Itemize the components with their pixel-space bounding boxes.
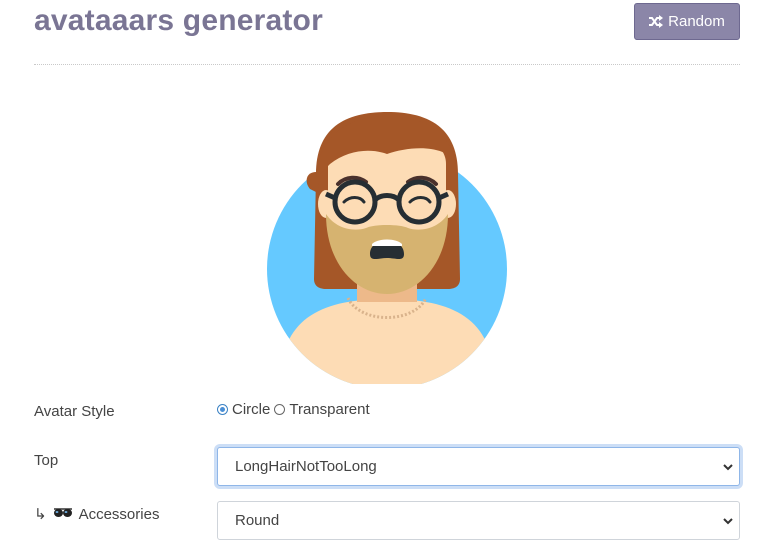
shuffle-icon (649, 15, 664, 28)
chevron-down-icon (723, 463, 733, 471)
radio-transparent[interactable]: Transparent (274, 401, 370, 418)
accessories-label: Accessories (78, 505, 160, 523)
avatar-style-radio-group: Circle Transparent (217, 401, 374, 418)
subitem-arrow-icon: ↳ (34, 506, 47, 523)
page-title: avataaars generator (34, 4, 323, 37)
top-select-value: LongHairNotTooLong (235, 458, 377, 475)
radio-circle-label: Circle (232, 401, 271, 418)
accessories-select[interactable]: Round (217, 501, 740, 540)
avatar-style-label: Avatar Style (34, 403, 115, 420)
random-button[interactable]: Random (634, 3, 740, 40)
radio-transparent-input[interactable] (274, 404, 286, 415)
page: avataaars generator Random Avatar Style … (0, 0, 765, 549)
avatar-image (267, 112, 507, 389)
chevron-down-icon (723, 517, 733, 525)
accessories-label-group: ↳ Accessories (34, 505, 160, 524)
top-select[interactable]: LongHairNotTooLong (217, 447, 740, 486)
random-button-label: Random (668, 13, 725, 30)
top-label: Top (34, 452, 59, 469)
radio-transparent-label: Transparent (289, 401, 370, 418)
radio-circle[interactable]: Circle (217, 401, 270, 418)
header-divider (34, 64, 740, 65)
accessories-select-value: Round (235, 512, 280, 529)
sunglasses-icon (53, 506, 73, 523)
avatar-preview (260, 104, 515, 389)
radio-circle-input[interactable] (217, 404, 228, 415)
